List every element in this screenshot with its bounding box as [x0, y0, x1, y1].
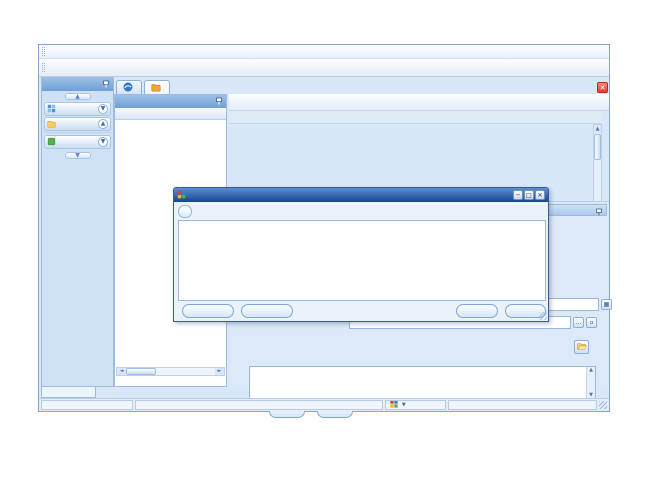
status-bar: ▼ [39, 398, 609, 411]
scroll-up-icon[interactable]: ▲ [594, 125, 601, 133]
ui-style-selector[interactable]: ▼ [385, 400, 447, 410]
status-session [448, 400, 597, 410]
grid-vscrollbar[interactable]: ▲ ▼ [593, 124, 602, 211]
authorization-grid [178, 220, 546, 301]
field-2-clear-button[interactable]: ▫ [586, 317, 597, 328]
start-page-icon [123, 82, 133, 94]
sidebar-collapse-strip: ▲ [42, 91, 113, 101]
dialog-title-bar[interactable]: ─ □ ✕ [174, 188, 548, 202]
collapse-down-icon[interactable]: ▼ [65, 152, 91, 159]
field-1-button[interactable]: ▦ [601, 299, 612, 310]
sidebar-group-project[interactable]: ▼ [44, 135, 111, 149]
chevron-down-icon: ▼ [402, 401, 406, 410]
sidebar-group-document[interactable]: ▲ [44, 117, 111, 131]
remark-textarea[interactable]: ▲ ▼ [249, 366, 596, 399]
tree-column-header[interactable] [115, 108, 226, 120]
status-company [41, 400, 133, 410]
pin-icon[interactable] [215, 97, 223, 107]
scroll-thumb[interactable] [594, 134, 601, 160]
sidebar: ▲ ▼ ▲ ▼ ▼ [41, 77, 114, 387]
group-by-band[interactable] [229, 111, 601, 124]
sidebar-group-work[interactable]: ▼ [44, 102, 111, 116]
quick-setup-button[interactable] [182, 304, 234, 318]
dialog-resize-grip[interactable] [539, 312, 547, 320]
collapse-up-icon[interactable]: ▲ [65, 93, 91, 100]
remark-scrollbar[interactable]: ▲ ▼ [586, 367, 595, 398]
tab-start-page[interactable] [116, 80, 142, 94]
chevron-down-icon[interactable]: ▼ [98, 137, 108, 147]
doc-lib-tab-icon [151, 82, 161, 94]
ok-button[interactable] [456, 304, 498, 318]
folder-icon [47, 119, 56, 130]
screen: ▲ ▼ ▲ ▼ ▼ [0, 0, 660, 477]
authorization-dialog: ─ □ ✕ [173, 187, 549, 322]
tab-document-library[interactable] [144, 80, 170, 94]
close-icon[interactable]: ✕ [535, 190, 545, 200]
maximize-icon[interactable]: □ [524, 190, 534, 200]
menu-bar [39, 45, 609, 59]
style-palette-icon [390, 400, 398, 410]
resize-grip[interactable] [599, 401, 607, 409]
chevron-up-icon[interactable]: ▲ [98, 119, 108, 129]
chevron-down-icon[interactable]: ▼ [98, 104, 108, 114]
menu-drag-handle[interactable] [42, 47, 45, 56]
version-toolbar [229, 94, 609, 111]
grid-icon [47, 104, 56, 115]
open-folder-button[interactable] [574, 340, 589, 354]
tree-hscrollbar[interactable]: ◄ ► [116, 367, 225, 376]
scroll-thumb[interactable] [126, 368, 156, 375]
pin-icon[interactable] [595, 201, 603, 220]
dialog-tab-folder-permissions[interactable] [178, 205, 192, 218]
sidebar-collapse-strip-bottom: ▼ [42, 150, 113, 160]
close-tab-icon[interactable]: ✕ [597, 82, 608, 93]
sidebar-header [42, 78, 113, 91]
minimize-icon[interactable]: ─ [513, 190, 523, 200]
status-ready [135, 400, 383, 410]
scroll-left-icon[interactable]: ◄ [117, 368, 126, 375]
toolbar [39, 59, 609, 77]
field-2-ellipsis-button[interactable]: … [573, 317, 584, 328]
sidebar-items [44, 132, 111, 133]
tree-panel-header [115, 95, 226, 108]
scroll-right-icon[interactable]: ► [215, 368, 224, 375]
toolbar-drag-handle[interactable] [42, 63, 45, 72]
dialog-icon [177, 190, 186, 201]
content-tab-bar [114, 79, 609, 94]
pin-icon[interactable] [102, 80, 110, 90]
tree-nodes [115, 120, 226, 121]
project-icon [47, 137, 56, 148]
permission-sync-button[interactable] [241, 304, 293, 318]
message-manager-tab[interactable] [41, 387, 96, 398]
